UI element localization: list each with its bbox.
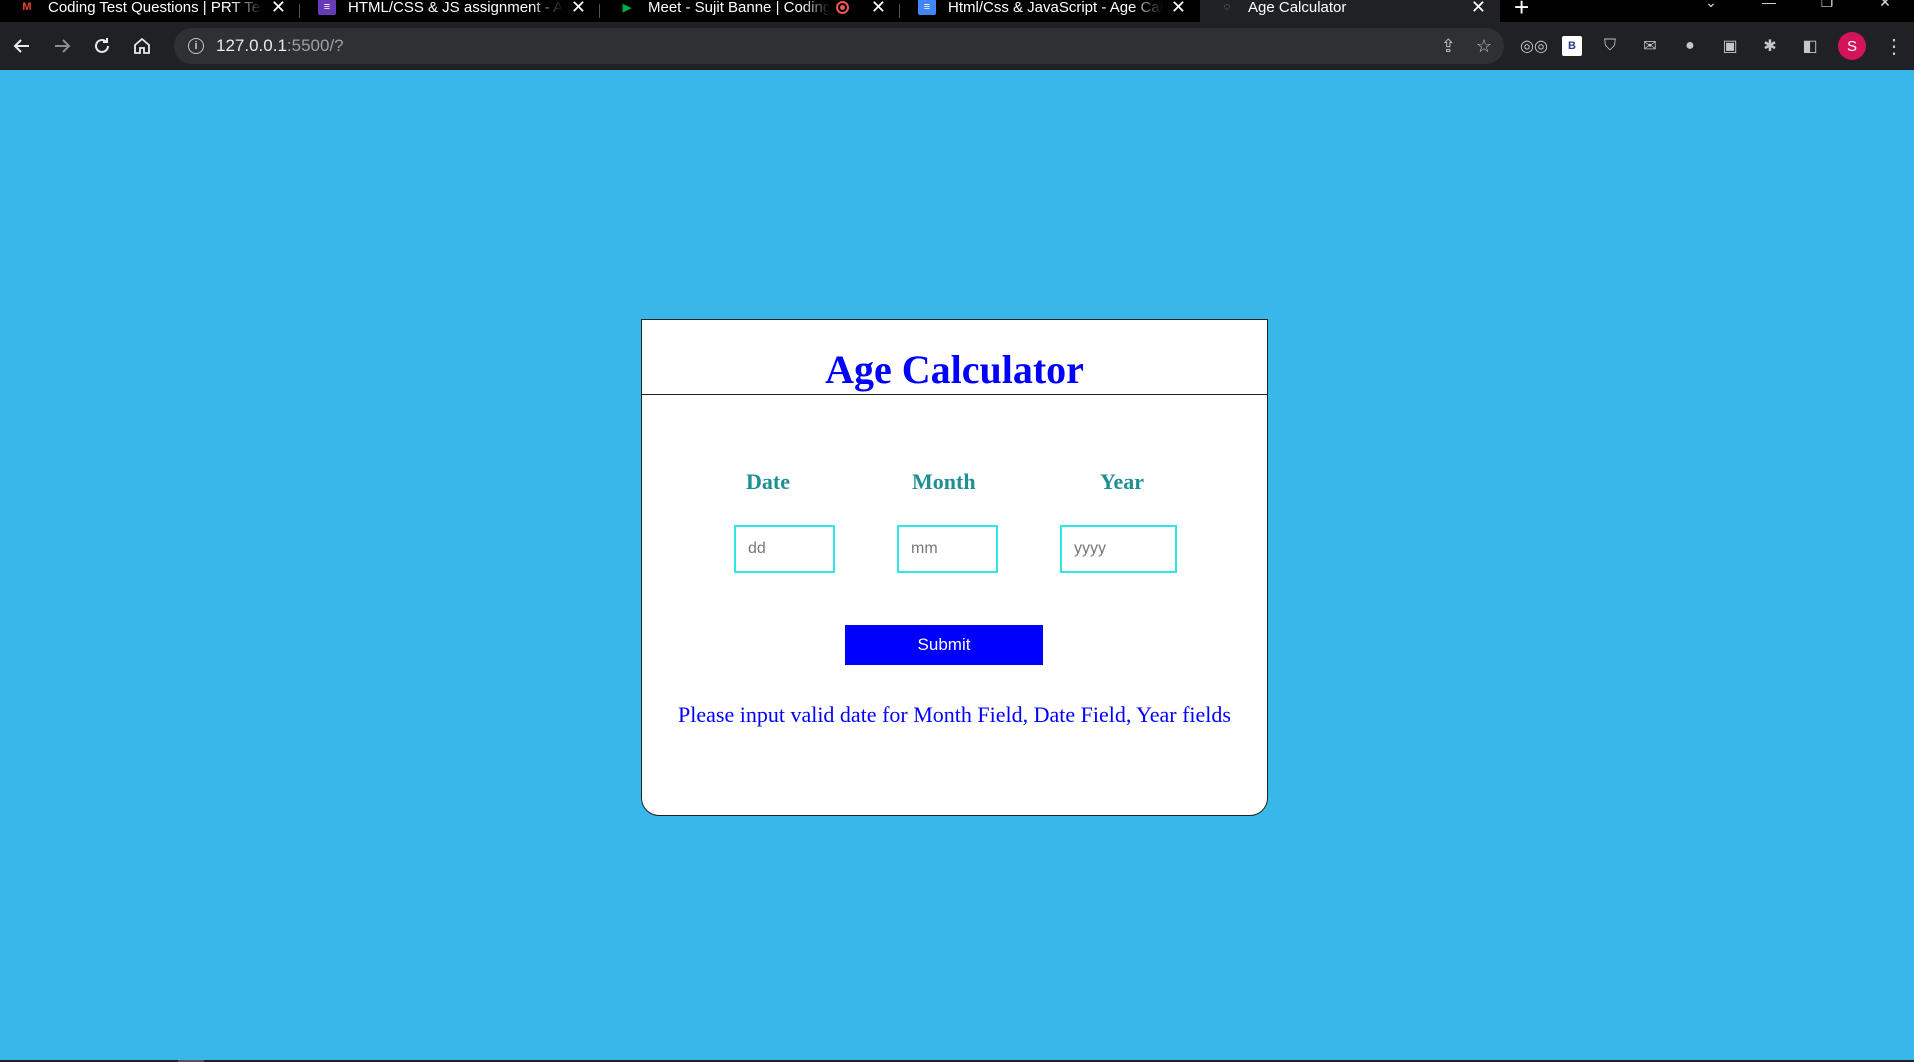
glasses-extension-icon[interactable]: ◎◎ (1520, 34, 1548, 58)
date-fields: Date Month Year (642, 395, 1267, 595)
reload-icon (95, 38, 109, 53)
tab-title: Age Calculator (1248, 0, 1347, 16)
tab-search-icon[interactable]: ⌄ (1682, 0, 1740, 11)
close-icon[interactable]: ✕ (1471, 0, 1486, 18)
year-label: Year (1100, 469, 1144, 494)
tab-docs[interactable]: ≡ Html/Css & JavaScript - Age Calculator… (900, 0, 1200, 22)
meet-favicon-icon: ▶ (622, 1, 632, 14)
reload-button[interactable] (82, 26, 122, 66)
minimize-icon[interactable]: — (1740, 0, 1798, 10)
arrow-left-icon (13, 39, 29, 53)
tab-strip: M Coding Test Questions | PRT Test ✕ ≡ H… (0, 0, 1914, 22)
forms-favicon-icon: ≡ (318, 0, 336, 15)
tab-gmail[interactable]: M Coding Test Questions | PRT Test ✕ (0, 0, 300, 22)
kebab-menu-icon[interactable]: ⋮ (1882, 34, 1906, 58)
bookmark-star-icon[interactable]: ☆ (1476, 36, 1492, 57)
page-title: Age Calculator (825, 347, 1084, 392)
browser-toolbar: i 127.0.0.1:5500/? ⇪ ☆ ◎◎ B ⛉ ✉ ● ▣ ✱ ◧ … (0, 22, 1914, 70)
close-icon[interactable]: ✕ (1171, 0, 1186, 18)
card-header: Age Calculator (642, 320, 1267, 395)
mail-extension-icon[interactable]: ✉ (1638, 34, 1662, 58)
date-label: Date (746, 469, 790, 494)
close-icon[interactable]: ✕ (871, 0, 886, 18)
back-button[interactable] (2, 26, 42, 66)
site-info-icon[interactable]: i (188, 38, 204, 54)
puzzle-extensions-icon[interactable]: ✱ (1758, 34, 1782, 58)
url-host: 127.0.0.1 (216, 36, 287, 55)
address-bar[interactable]: i 127.0.0.1:5500/? ⇪ ☆ (174, 28, 1504, 64)
home-button[interactable] (122, 26, 162, 66)
year-input[interactable] (1060, 525, 1177, 573)
tab-title: Meet - Sujit Banne | Coding (648, 0, 830, 16)
date-input[interactable] (734, 525, 835, 573)
docs-favicon-icon: ≡ (918, 0, 936, 15)
submit-button[interactable]: Submit (845, 625, 1043, 665)
tab-title: Html/Css & JavaScript - Age Calculator (948, 0, 1163, 16)
window-close-icon[interactable]: ✕ (1856, 0, 1914, 11)
age-calculator-card: Age Calculator Date Month Year Submit Pl… (641, 319, 1268, 816)
validation-message: Please input valid date for Month Field,… (678, 702, 1231, 727)
side-panel-icon[interactable]: ◧ (1798, 34, 1822, 58)
arrow-right-icon (55, 39, 71, 53)
month-input[interactable] (897, 525, 998, 573)
tab-title: HTML/CSS & JS assignment - Age Calculato… (348, 0, 563, 16)
close-icon[interactable]: ✕ (571, 0, 586, 18)
window-controls: ⌄ — ❐ ✕ (1682, 0, 1914, 22)
month-label: Month (912, 469, 976, 494)
tab-age-calculator[interactable]: ◌ Age Calculator ✕ (1200, 0, 1500, 22)
share-icon[interactable]: ⇪ (1441, 36, 1456, 57)
gmail-favicon-icon: M (22, 1, 32, 13)
incognito-extension-icon[interactable]: ▣ (1718, 34, 1742, 58)
globe-favicon-icon: ◌ (1223, 1, 1231, 13)
profile-avatar[interactable]: S (1838, 32, 1866, 60)
close-icon[interactable]: ✕ (271, 0, 286, 18)
recording-icon (835, 0, 849, 14)
restore-icon[interactable]: ❐ (1798, 0, 1856, 11)
forward-button[interactable] (42, 26, 82, 66)
new-tab-button[interactable]: + (1514, 0, 1529, 22)
b-extension-icon[interactable]: B (1562, 36, 1582, 56)
tab-meet[interactable]: ▶ Meet - Sujit Banne | Coding ✕ (600, 0, 900, 22)
shield-extension-icon[interactable]: ⛉ (1598, 34, 1622, 58)
figure-extension-icon[interactable]: ● (1678, 34, 1702, 58)
tab-assignment[interactable]: ≡ HTML/CSS & JS assignment - Age Calcula… (300, 0, 600, 22)
tab-title: Coding Test Questions | PRT Test (48, 0, 263, 16)
url-path: :5500/? (286, 36, 344, 55)
home-icon (134, 37, 150, 54)
